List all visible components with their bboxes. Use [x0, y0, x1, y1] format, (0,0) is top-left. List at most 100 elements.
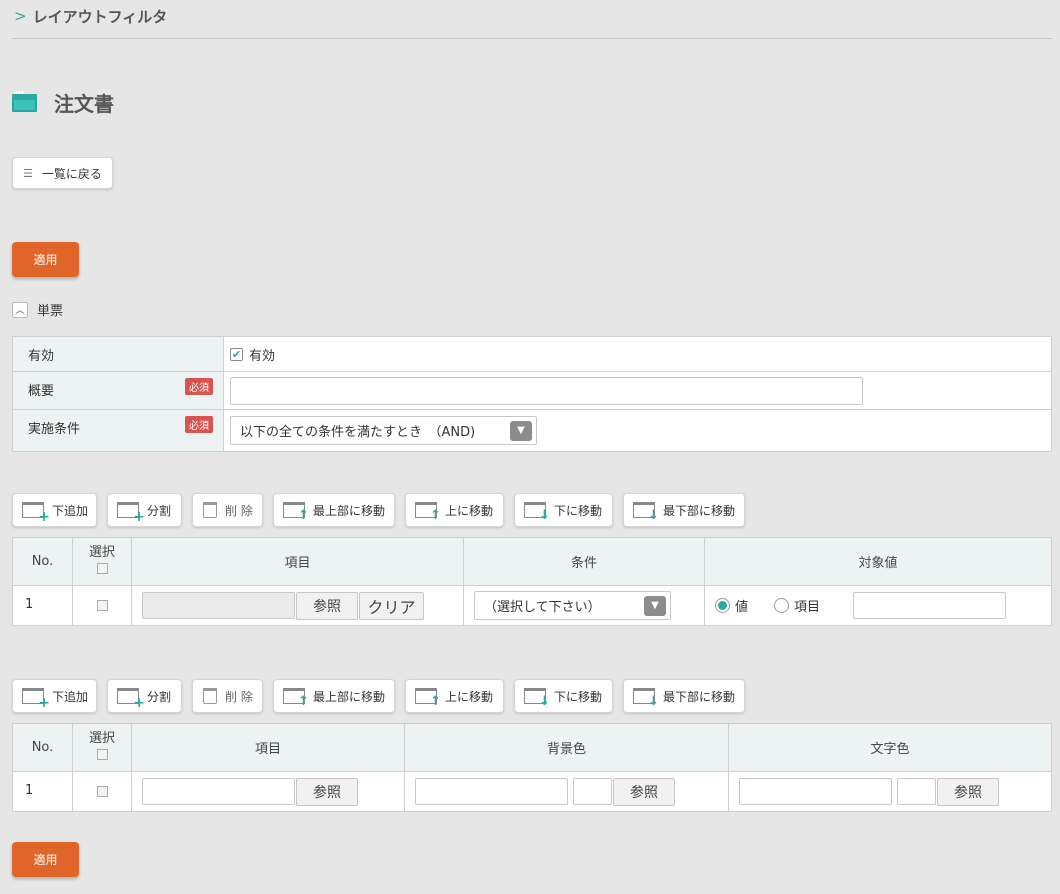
condition-label-text: 実施条件 [28, 422, 81, 437]
section-toggle[interactable]: ︿ 単票 [12, 300, 63, 319]
item-clear-button[interactable]: クリア [359, 591, 424, 620]
target-value-input[interactable] [853, 592, 1007, 619]
move-down-label: 下に移動 [554, 689, 603, 704]
condition-select[interactable]: 以下の全ての条件を満たすとき （AND) ▼ [230, 416, 537, 445]
delete-button-2[interactable]: 削 除 [192, 679, 263, 713]
trash-icon [203, 502, 217, 518]
breadcrumb: > レイアウトフィルタ [12, 0, 1052, 39]
item-input[interactable] [142, 592, 295, 619]
back-to-list-button[interactable]: ☰ 一覧に戻る [12, 157, 113, 189]
move-top-button-2[interactable]: 最上部に移動 [273, 679, 395, 713]
table-header-row: No. 選択 項目 背景色 文字色 [12, 723, 1052, 772]
table-row: 1 参照 クリア （選択して下さい） ▼ 値 項目 [12, 585, 1052, 626]
move-down-label: 下に移動 [554, 503, 603, 518]
chevron-down-icon: ▼ [644, 595, 666, 616]
section-label: 単票 [37, 304, 64, 319]
move-bottom-icon [633, 502, 659, 523]
move-top-label: 最上部に移動 [313, 689, 386, 704]
chevron-right-icon: > [14, 7, 27, 25]
move-up-button-2[interactable]: 上に移動 [405, 679, 504, 713]
apply-button-bottom[interactable]: 適用 [12, 842, 79, 877]
filter-form: 有効 ✔ 有効 概要 必須 実施条件 必須 以下の全ての条件を満たすとき （AN… [12, 336, 1052, 452]
select-all-checkbox[interactable] [96, 563, 108, 574]
move-down-icon [524, 688, 550, 709]
delete-label: 削 除 [225, 503, 253, 518]
add-row-icon [22, 688, 50, 711]
table-header-row: No. 選択 項目 条件 対象値 [12, 537, 1052, 586]
radio-value[interactable] [715, 598, 730, 613]
add-below-label: 下追加 [52, 689, 89, 704]
color-item-input[interactable] [142, 778, 295, 805]
col-target: 対象値 [704, 537, 1052, 586]
move-top-icon [283, 688, 309, 709]
col-select-label: 選択 [88, 545, 115, 560]
split-button[interactable]: 分割 [107, 493, 182, 527]
bg-color-input[interactable] [415, 778, 568, 805]
text-color-input[interactable] [739, 778, 892, 805]
delete-label: 削 除 [225, 689, 253, 704]
radio-value-label: 値 [735, 600, 749, 615]
move-up-label: 上に移動 [445, 503, 494, 518]
list-icon: ☰ [23, 166, 33, 180]
col-select: 選択 [72, 537, 132, 586]
col-bg-color: 背景色 [404, 723, 729, 772]
apply-button-top[interactable]: 適用 [12, 242, 79, 277]
chevron-up-icon[interactable]: ︿ [12, 301, 28, 318]
move-top-button[interactable]: 最上部に移動 [273, 493, 395, 527]
row-no: 1 [12, 771, 73, 812]
table-row: 1 参照 参照 参照 [12, 771, 1052, 812]
row-select-checkbox[interactable] [96, 599, 108, 611]
delete-button[interactable]: 削 除 [192, 493, 263, 527]
radio-item-label: 項目 [794, 600, 821, 615]
move-up-button[interactable]: 上に移動 [405, 493, 504, 527]
summary-input[interactable] [230, 376, 863, 405]
form-row-summary: 概要 必須 [13, 372, 1051, 410]
chevron-down-icon: ▼ [510, 420, 532, 441]
condition-operator-select[interactable]: （選択して下さい） ▼ [474, 591, 671, 620]
row-select-checkbox[interactable] [96, 785, 108, 797]
required-badge: 必須 [185, 378, 213, 395]
summary-label: 概要 必須 [13, 372, 224, 409]
move-up-label: 上に移動 [445, 689, 494, 704]
move-bottom-icon [633, 688, 659, 709]
bg-color-ref-button[interactable]: 参照 [613, 777, 675, 806]
summary-label-text: 概要 [28, 384, 55, 399]
col-no: No. [12, 723, 73, 772]
col-text-color: 文字色 [728, 723, 1052, 772]
item-ref-button[interactable]: 参照 [296, 591, 358, 620]
add-below-label: 下追加 [52, 503, 89, 518]
move-top-icon [283, 502, 309, 523]
required-badge: 必須 [185, 416, 213, 433]
split-button-2[interactable]: 分割 [107, 679, 182, 713]
page-title-text: 注文書 [54, 92, 114, 116]
select-all-checkbox[interactable] [96, 749, 108, 760]
split-label: 分割 [147, 689, 172, 704]
col-condition: 条件 [463, 537, 705, 586]
condition-select-value: 以下の全ての条件を満たすとき （AND) [240, 425, 476, 440]
conditions-table: No. 選択 項目 条件 対象値 1 参照 クリア （選択して下さい） ▼ 値 … [12, 537, 1052, 626]
breadcrumb-label: レイアウトフィルタ [32, 7, 168, 26]
window-icon [12, 90, 37, 112]
text-color-ref-button[interactable]: 参照 [937, 777, 999, 806]
radio-item[interactable] [774, 598, 790, 613]
move-up-icon [415, 688, 441, 709]
move-bottom-label: 最下部に移動 [663, 503, 736, 518]
add-below-button-2[interactable]: 下追加 [12, 679, 97, 713]
col-select: 選択 [72, 723, 132, 772]
page-title: 注文書 [12, 88, 114, 117]
row-no: 1 [12, 585, 73, 626]
text-color-swatch[interactable] [897, 778, 936, 805]
split-icon [117, 688, 145, 711]
move-down-button-2[interactable]: 下に移動 [514, 679, 613, 713]
move-bottom-button[interactable]: 最下部に移動 [623, 493, 745, 527]
move-down-button[interactable]: 下に移動 [514, 493, 613, 527]
bg-color-swatch[interactable] [573, 778, 612, 805]
move-top-label: 最上部に移動 [313, 503, 386, 518]
move-down-icon [524, 502, 550, 523]
enabled-label: 有効 [13, 337, 224, 371]
enabled-checkbox[interactable]: ✔ [230, 347, 243, 361]
col-no: No. [12, 537, 73, 586]
color-item-ref-button[interactable]: 参照 [296, 777, 358, 806]
add-below-button[interactable]: 下追加 [12, 493, 97, 527]
move-bottom-button-2[interactable]: 最下部に移動 [623, 679, 745, 713]
